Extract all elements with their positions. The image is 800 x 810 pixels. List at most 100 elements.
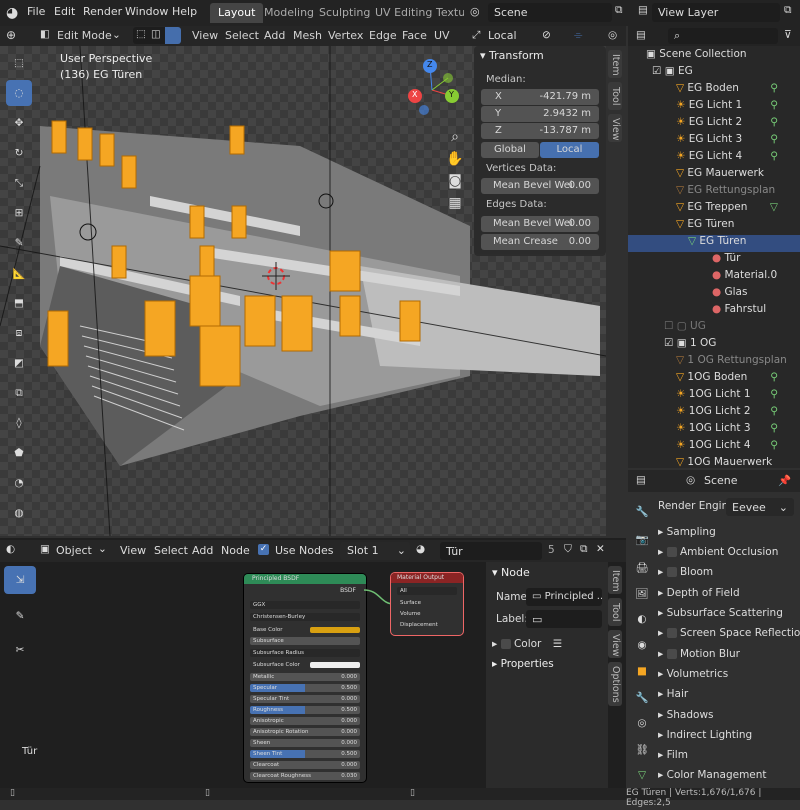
- base-color-row[interactable]: Base Color: [250, 626, 360, 634]
- outliner-item[interactable]: ☀ EG Licht 3 ⚲: [628, 133, 800, 150]
- poly-build-tool-icon[interactable]: ⬟: [6, 440, 32, 466]
- outliner-item[interactable]: ▽ EG Boden ⚲: [628, 82, 800, 99]
- menu-face[interactable]: Face: [402, 29, 427, 42]
- section-ssr[interactable]: ▸ Screen Space Reflection: [658, 627, 800, 647]
- section-subsurface-scattering[interactable]: ▸ Subsurface Scattering: [658, 607, 800, 627]
- pin-icon[interactable]: 📌: [778, 474, 791, 487]
- section-motion-blur[interactable]: ▸ Motion Blur: [658, 648, 800, 668]
- object-props-icon[interactable]: ■: [630, 660, 654, 682]
- node-tab-tool[interactable]: Tool: [608, 598, 622, 626]
- snap-icon[interactable]: ⌯: [574, 29, 582, 42]
- clearcoat-row[interactable]: Clearcoat 0.000: [250, 761, 360, 769]
- sheen-row[interactable]: Sheen 0.000: [250, 739, 360, 747]
- modifier-props-icon[interactable]: 🔧: [630, 686, 654, 708]
- rotate-tool-icon[interactable]: ↻: [6, 140, 32, 166]
- navigation-gizmo[interactable]: [400, 58, 466, 124]
- scene-props-tab-icon[interactable]: ◐: [630, 608, 654, 630]
- metallic-row[interactable]: Metallic 0.000: [250, 673, 360, 681]
- outliner-item-selected[interactable]: ▽ EG Türen: [628, 235, 800, 252]
- material-users-count[interactable]: 5: [548, 544, 555, 556]
- menu-uv[interactable]: UV: [434, 29, 450, 42]
- scale-tool-icon[interactable]: ⤡: [6, 170, 32, 196]
- proportional-edit-icon[interactable]: ◎: [608, 29, 617, 41]
- properties-editor-icon[interactable]: ▤: [636, 474, 646, 486]
- ne-menu-add[interactable]: Add: [192, 544, 213, 557]
- section-film[interactable]: ▸ Film: [658, 749, 800, 769]
- subsurface-radius-row[interactable]: Subsurface Radius: [250, 649, 360, 657]
- menu-mesh[interactable]: Mesh: [293, 29, 322, 42]
- menu-edge[interactable]: Edge: [369, 29, 397, 42]
- section-depth-of-field[interactable]: ▸ Depth of Field: [658, 587, 800, 607]
- loop-cut-tool-icon[interactable]: ⧉: [6, 380, 32, 406]
- outliner-scene-collection[interactable]: ▣ Scene Collection: [628, 48, 800, 65]
- menu-render[interactable]: Render: [83, 5, 122, 18]
- menu-select[interactable]: Select: [225, 29, 259, 42]
- ne-menu-node[interactable]: Node: [221, 544, 250, 557]
- smooth-tool-icon[interactable]: ◍: [6, 500, 32, 526]
- outliner-item[interactable]: ▽ 1 OG Rettungsplan: [628, 354, 800, 371]
- blender-logo-icon[interactable]: ◕: [6, 5, 18, 21]
- duplicate-material-icon[interactable]: ⧉: [580, 543, 588, 556]
- transform-panel-title[interactable]: ▾ Transform: [480, 49, 544, 62]
- material-browse-icon[interactable]: ◕: [416, 543, 425, 555]
- outliner-item[interactable]: ☀ EG Licht 4 ⚲: [628, 150, 800, 167]
- outliner-item[interactable]: ▽ EG Mauerwerk: [628, 167, 800, 184]
- menu-add[interactable]: Add: [264, 29, 285, 42]
- median-x-field[interactable]: X -421.79 m: [481, 89, 599, 105]
- node-panel-title[interactable]: ▾ Node: [492, 566, 530, 579]
- spin-tool-icon[interactable]: ◔: [6, 470, 32, 496]
- editor-type-icon[interactable]: ⊕: [6, 28, 16, 42]
- move-tool-icon[interactable]: ✥: [6, 110, 32, 136]
- menu-file[interactable]: File: [27, 5, 45, 18]
- anisotropic-row[interactable]: Anisotropic 0.000: [250, 717, 360, 725]
- subsurface-method-selector[interactable]: Christensen-Burley: [250, 613, 360, 621]
- node-tab-options[interactable]: Options: [608, 662, 622, 706]
- outliner-item[interactable]: ☀ EG Licht 2 ⚲: [628, 116, 800, 133]
- node-color-panel[interactable]: ▸ Color ☰: [492, 638, 562, 650]
- vertex-bevel-weight-field[interactable]: Mean Bevel Wei 0.00: [481, 178, 599, 194]
- menu-vertex[interactable]: Vertex: [328, 29, 363, 42]
- npanel-tab-view[interactable]: View: [608, 114, 622, 142]
- inset-tool-icon[interactable]: ⧈: [6, 320, 32, 346]
- transform-tool-icon[interactable]: ⊞: [6, 200, 32, 226]
- outliner-item[interactable]: ☐ ▢ UG: [628, 320, 800, 337]
- outliner-item[interactable]: ● Fahrstul: [628, 303, 800, 320]
- output-target-selector[interactable]: All: [397, 587, 457, 595]
- edge-select-icon[interactable]: ◫: [151, 28, 161, 40]
- outliner-item[interactable]: ☀ EG Licht 1 ⚲: [628, 99, 800, 116]
- material-name-field[interactable]: Tür: [440, 542, 542, 560]
- node-label-field[interactable]: ▭: [526, 610, 602, 628]
- pivot-icon[interactable]: ⊘: [542, 29, 551, 41]
- node-select-tool-icon[interactable]: ⇲: [4, 566, 36, 594]
- outliner-item[interactable]: ● Tür: [628, 252, 800, 269]
- menu-help[interactable]: Help: [172, 5, 197, 18]
- face-select-icon[interactable]: [165, 27, 181, 44]
- menu-edit[interactable]: Edit: [54, 5, 75, 18]
- subsurface-row[interactable]: Subsurface: [250, 637, 360, 645]
- render-engine-selector[interactable]: Eevee ⌄: [726, 498, 794, 516]
- zoom-icon[interactable]: ⌕: [444, 126, 466, 148]
- output-props-icon[interactable]: 🖨: [630, 556, 654, 578]
- select-box-tool-icon[interactable]: ⬚: [6, 50, 32, 76]
- camera-view-icon[interactable]: ◙: [444, 170, 466, 192]
- outliner-item[interactable]: ▽ EG Türen: [628, 218, 800, 235]
- edge-bevel-weight-field[interactable]: Mean Bevel Wei 0.00: [481, 216, 599, 232]
- bevel-tool-icon[interactable]: ◩: [6, 350, 32, 376]
- ne-menu-select[interactable]: Select: [154, 544, 188, 557]
- specular-row[interactable]: Specular 0.500: [250, 684, 360, 692]
- median-z-field[interactable]: Z -13.787 m: [481, 123, 599, 139]
- extrude-tool-icon[interactable]: ⬒: [6, 290, 32, 316]
- menu-view[interactable]: View: [192, 29, 218, 42]
- scene-selector[interactable]: Scene: [488, 3, 612, 22]
- slot-selector[interactable]: Slot 1 ⌄: [340, 542, 410, 560]
- sheen-tint-row[interactable]: Sheen Tint 0.500: [250, 750, 360, 758]
- outliner-item[interactable]: ☀ 1OG Licht 4 ⚲: [628, 439, 800, 456]
- node-name-field[interactable]: ▭ Principled ...: [526, 588, 602, 606]
- orientation-selector[interactable]: Local: [488, 29, 517, 42]
- knife-tool-icon[interactable]: ◊: [6, 410, 32, 436]
- distribution-selector[interactable]: GGX: [250, 601, 360, 609]
- select-circle-tool-icon[interactable]: ◌: [6, 80, 32, 106]
- filter-icon[interactable]: ⊽: [784, 29, 792, 41]
- outliner-item[interactable]: ☀ 1OG Licht 3 ⚲: [628, 422, 800, 439]
- node-tab-view[interactable]: View: [608, 630, 622, 658]
